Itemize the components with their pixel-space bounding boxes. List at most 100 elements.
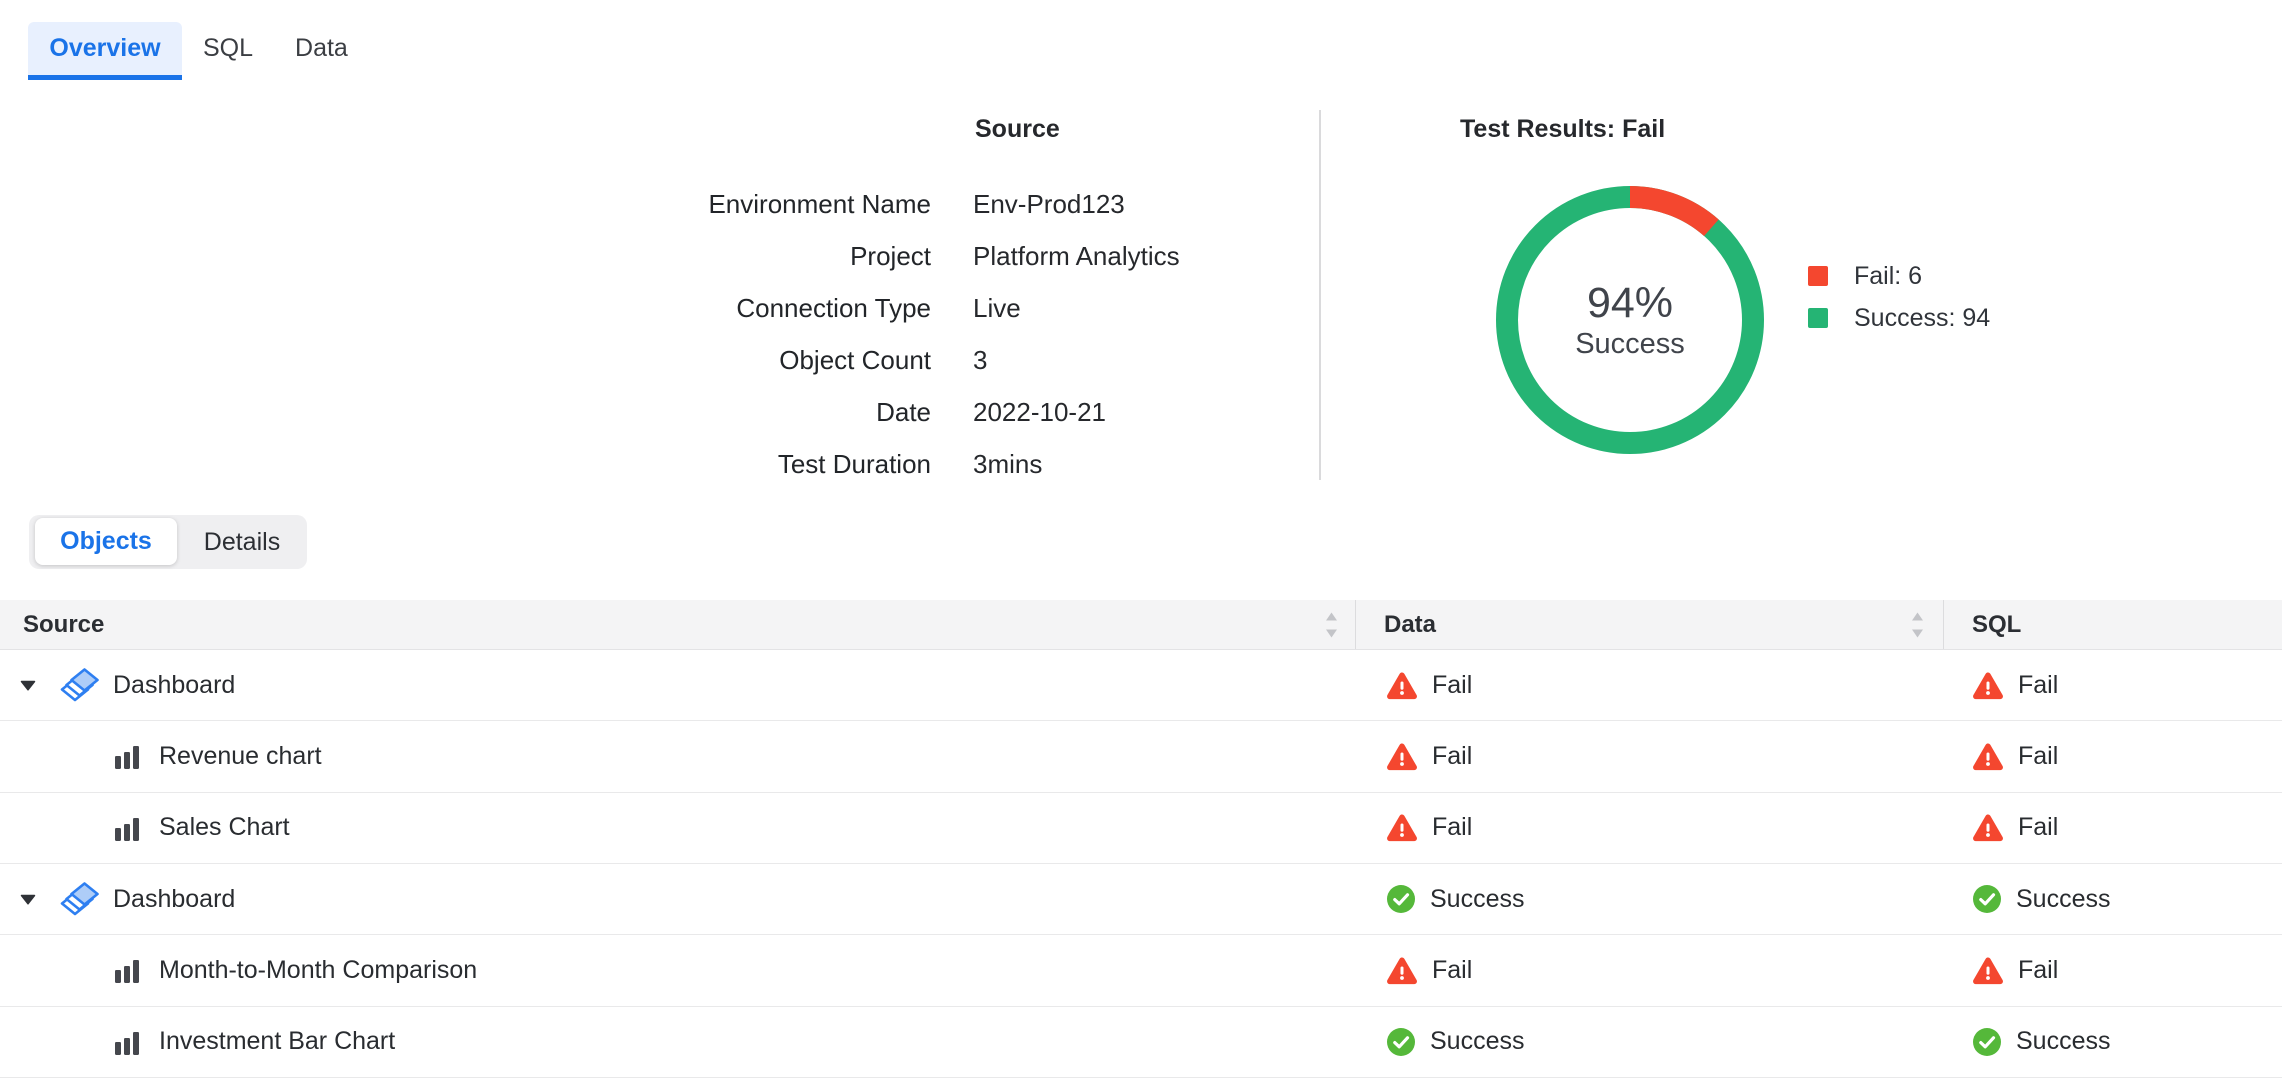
data-status-cell: Fail [1355, 650, 1943, 720]
dashboard-icon [59, 882, 101, 917]
status-label: Fail [2018, 813, 2058, 842]
source-field-row: Date 2022-10-21 [0, 386, 1300, 438]
data-status-cell: Success [1355, 1007, 1943, 1077]
source-field-row: Project Platform Analytics [0, 230, 1300, 282]
source-field-row: Connection Type Live [0, 282, 1300, 334]
table-row[interactable]: Sales Chart Fail Fail [0, 793, 2282, 864]
donut-center-text: 94% Success [1496, 186, 1764, 454]
sql-status-cell: Success [1943, 864, 2282, 934]
legend-label: Fail: 6 [1854, 262, 1922, 291]
source-field-row: Object Count 3 [0, 334, 1300, 386]
field-value: Live [973, 293, 1021, 324]
field-label: Project [0, 241, 931, 272]
column-header-sql[interactable]: SQL [1943, 600, 2282, 649]
sql-status-cell: Fail [1943, 935, 2282, 1005]
column-header-data[interactable]: Data [1355, 600, 1943, 649]
status-label: Success [1430, 885, 1524, 914]
source-label: Dashboard [113, 671, 235, 700]
sort-icon [1325, 611, 1338, 638]
field-value: 2022-10-21 [973, 397, 1106, 428]
warning-triangle-icon [1973, 742, 2003, 771]
column-header-source[interactable]: Source [0, 600, 1355, 649]
table-row[interactable]: Month-to-Month Comparison Fail Fail [0, 935, 2282, 1006]
data-status-cell: Fail [1355, 935, 1943, 1005]
field-label: Test Duration [0, 449, 931, 480]
legend-item-fail: Fail: 6 [1808, 263, 1990, 289]
expand-caret-icon[interactable] [20, 680, 36, 691]
check-circle-icon [1973, 1028, 2001, 1056]
legend-item-success: Success: 94 [1808, 305, 1990, 331]
source-label: Month-to-Month Comparison [159, 956, 477, 985]
table-row[interactable]: Dashboard Success Success [0, 864, 2282, 935]
warning-triangle-icon [1973, 671, 2003, 700]
check-circle-icon [1387, 885, 1415, 913]
top-tab-bar: Overview SQL Data [28, 22, 348, 80]
table-row[interactable]: Investment Bar Chart Success Success [0, 1007, 2282, 1078]
field-label: Object Count [0, 345, 931, 376]
tab-overview[interactable]: Overview [28, 22, 182, 80]
bar-chart-icon [113, 955, 141, 985]
status-label: Fail [1432, 742, 1472, 771]
warning-triangle-icon [1973, 813, 2003, 842]
field-value: 3mins [973, 449, 1042, 480]
bar-chart-icon [113, 1027, 141, 1057]
success-swatch-icon [1808, 308, 1828, 328]
tab-data[interactable]: Data [295, 22, 348, 80]
status-label: Fail [2018, 742, 2058, 771]
table-header-row: Source Data SQL [0, 600, 2282, 650]
check-circle-icon [1973, 885, 2001, 913]
sql-status-cell: Success [1943, 1007, 2282, 1077]
data-status-cell: Success [1355, 864, 1943, 934]
field-value: Platform Analytics [973, 241, 1180, 272]
data-status-cell: Fail [1355, 793, 1943, 863]
source-label: Revenue chart [159, 742, 322, 771]
toggle-objects-button[interactable]: Objects [35, 518, 177, 565]
donut-center-value: 94% [1587, 279, 1673, 327]
status-label: Fail [1432, 671, 1472, 700]
status-label: Success [1430, 1027, 1524, 1056]
expand-caret-icon[interactable] [20, 894, 36, 905]
data-status-cell: Fail [1355, 721, 1943, 791]
field-value: Env-Prod123 [973, 189, 1125, 220]
source-field-row: Test Duration 3mins [0, 438, 1300, 490]
sql-status-cell: Fail [1943, 721, 2282, 791]
bar-chart-icon [113, 741, 141, 771]
dashboard-icon [59, 668, 101, 703]
fail-swatch-icon [1808, 266, 1828, 286]
field-label: Date [0, 397, 931, 428]
view-toggle: Objects Details [29, 515, 307, 569]
source-field-row: Environment Name Env-Prod123 [0, 178, 1300, 230]
table-row[interactable]: Revenue chart Fail Fail [0, 721, 2282, 792]
legend-label: Success: 94 [1854, 304, 1990, 333]
field-value: 3 [973, 345, 987, 376]
tab-sql[interactable]: SQL [203, 22, 253, 80]
check-circle-icon [1387, 1028, 1415, 1056]
vertical-divider [1319, 110, 1321, 480]
test-results-heading: Test Results: Fail [1460, 115, 1665, 144]
sort-icon [1911, 611, 1924, 638]
warning-triangle-icon [1387, 956, 1417, 985]
column-header-label: Data [1384, 611, 1436, 639]
status-label: Success [2016, 885, 2110, 914]
source-panel-heading: Source [975, 115, 1060, 144]
donut-legend: Fail: 6 Success: 94 [1808, 263, 1990, 347]
status-label: Success [2016, 1027, 2110, 1056]
status-label: Fail [1432, 956, 1472, 985]
source-label: Dashboard [113, 885, 235, 914]
warning-triangle-icon [1387, 671, 1417, 700]
source-panel: Environment Name Env-Prod123 Project Pla… [0, 178, 1300, 490]
donut-chart: 94% Success [1496, 186, 1764, 454]
bar-chart-icon [113, 813, 141, 843]
table-row[interactable]: Dashboard Fail Fail [0, 650, 2282, 721]
field-label: Environment Name [0, 189, 931, 220]
toggle-details-button[interactable]: Details [177, 515, 307, 569]
field-label: Connection Type [0, 293, 931, 324]
status-label: Fail [1432, 813, 1472, 842]
status-label: Fail [2018, 671, 2058, 700]
warning-triangle-icon [1387, 813, 1417, 842]
column-header-label: Source [23, 611, 104, 639]
source-label: Sales Chart [159, 813, 290, 842]
warning-triangle-icon [1973, 956, 2003, 985]
warning-triangle-icon [1387, 742, 1417, 771]
column-header-label: SQL [1972, 611, 2021, 639]
